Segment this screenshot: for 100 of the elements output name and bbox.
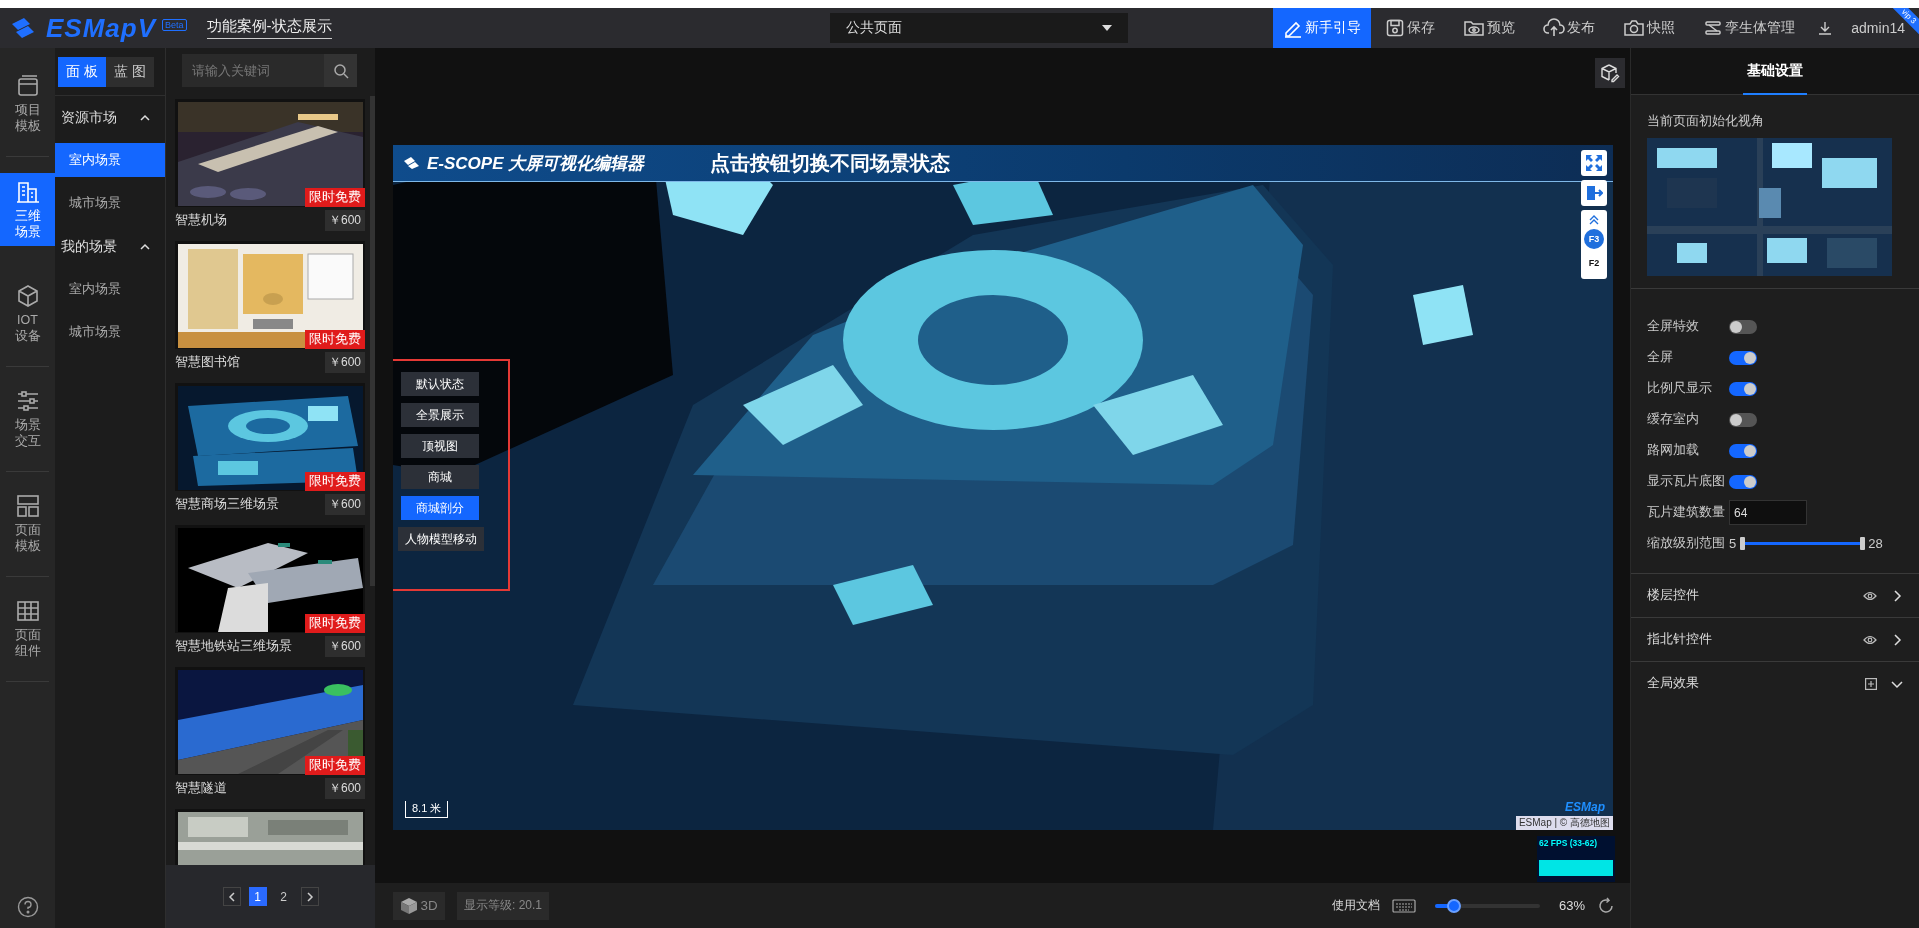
slider-thumb[interactable] — [1860, 537, 1866, 550]
3d-toggle-button[interactable]: 3D — [393, 891, 445, 920]
caret-icon[interactable] — [1102, 25, 1112, 31]
panel-tab[interactable]: 蓝图 — [106, 57, 154, 87]
scene-name[interactable]: 智慧商场三维场景 — [175, 495, 279, 513]
tree-item[interactable]: 室内场景 — [55, 268, 165, 311]
docs-link[interactable]: 使用文档 — [1331, 897, 1380, 914]
range-slider[interactable] — [1740, 537, 1865, 550]
prev-page-button[interactable] — [222, 887, 241, 906]
nav-item[interactable]: IOT设备 — [6, 262, 49, 367]
settings-section[interactable]: 指北针控件 — [1631, 617, 1919, 661]
setting-label: 比例尺显示 — [1647, 380, 1713, 397]
door-exit-icon — [1585, 184, 1603, 202]
range-min: 5 — [1729, 536, 1737, 551]
next-page-button[interactable] — [300, 887, 319, 906]
tree-item[interactable]: 城市场景 — [55, 182, 165, 225]
price-tag: ￥600 — [324, 493, 365, 515]
scene-name[interactable]: 智慧机场 — [175, 211, 227, 229]
page-select[interactable]: 公共页面 — [830, 13, 1128, 43]
scene-button[interactable]: 人物模型移动 — [398, 527, 484, 551]
toggle-switch[interactable] — [1729, 443, 1757, 458]
toggle-switch[interactable] — [1729, 474, 1757, 489]
range-max: 28 — [1868, 536, 1883, 551]
scene-button[interactable]: 商城剖分 — [401, 496, 479, 520]
nav-item[interactable]: 页面模板 — [6, 472, 49, 577]
toggle-switch[interactable] — [1729, 350, 1757, 365]
camera-icon — [1623, 18, 1646, 38]
nav-item[interactable]: 页面组件 — [6, 577, 49, 682]
publish-button[interactable]: 发布 — [1529, 8, 1610, 48]
refresh-icon[interactable] — [1597, 896, 1615, 915]
nav-item[interactable]: 项目模板 — [6, 52, 49, 157]
free-badge: 限时免费 — [305, 756, 365, 775]
setting-label: 路网加载 — [1647, 442, 1700, 459]
guide-button[interactable]: 新手引导 — [1273, 8, 1372, 48]
panel-tab[interactable]: 面板 — [58, 57, 106, 87]
app-logo: ESMapV — [46, 12, 157, 44]
exit-button[interactable] — [1581, 180, 1607, 206]
tree-item[interactable]: 城市场景 — [55, 311, 165, 354]
number-field[interactable]: 64 — [1729, 500, 1807, 525]
setting-label: 全屏 — [1647, 349, 1674, 366]
scene-name[interactable]: 智慧图书馆 — [175, 353, 240, 371]
nav-item[interactable]: 场景交互 — [6, 367, 49, 472]
keyboard-icon[interactable] — [1391, 897, 1416, 914]
search-field[interactable]: 请输入关键词 — [182, 54, 324, 87]
price-tag: ￥600 — [324, 635, 365, 657]
cube-edit-icon — [1600, 63, 1620, 83]
help-icon[interactable] — [16, 896, 39, 918]
snapshot-button[interactable]: 快照 — [1609, 8, 1690, 48]
zoom-level-readout: 显示等级: 20.1 — [457, 891, 550, 920]
save-button[interactable]: 保存 — [1371, 8, 1450, 48]
add-icon[interactable] — [1865, 677, 1877, 690]
page-button[interactable]: 1 — [248, 887, 267, 906]
eye-icon[interactable] — [1863, 590, 1877, 601]
cloud-upload-icon — [1543, 18, 1566, 38]
chevrons-up-icon[interactable] — [1589, 215, 1599, 225]
tree-group[interactable]: 资源市场 — [55, 96, 165, 139]
toggle-switch[interactable] — [1729, 319, 1757, 334]
scene-button[interactable]: 商城 — [401, 465, 479, 489]
header-title: 点击按钮切换不同场景状态 — [710, 150, 951, 176]
settings-section[interactable]: 楼层控件 — [1631, 573, 1919, 617]
free-badge: 限时免费 — [305, 188, 365, 207]
free-badge: 限时免费 — [305, 614, 365, 633]
chevron-right-icon — [1891, 633, 1903, 646]
price-tag: ￥600 — [324, 777, 365, 799]
preview-button[interactable]: 预览 — [1449, 8, 1530, 48]
tree-group[interactable]: 我的场景 — [55, 225, 165, 268]
map-logo: ESMap — [1565, 800, 1605, 814]
settings-section[interactable]: 全局效果 — [1631, 661, 1919, 705]
zoom-percent: 63% — [1558, 898, 1585, 913]
map-scale: 8.1 米 — [405, 801, 449, 818]
toggle-switch[interactable] — [1729, 381, 1757, 396]
edit-scene-button[interactable] — [1595, 58, 1625, 88]
beta-badge: Beta — [162, 18, 187, 31]
price-tag: ￥600 — [324, 209, 365, 231]
chevron-right-icon — [1891, 589, 1903, 602]
fullscreen-button[interactable] — [1581, 150, 1607, 176]
setting-label: 缓存室内 — [1647, 411, 1700, 428]
slider-thumb[interactable] — [1446, 898, 1461, 913]
header-logo: E-SCOPE 大屏可视化编辑器 — [427, 152, 645, 175]
slider-thumb[interactable] — [1740, 537, 1746, 550]
scene-name[interactable]: 智慧隧道 — [175, 779, 227, 797]
download-icon[interactable] — [1817, 20, 1834, 36]
setting-label: 全屏特效 — [1647, 318, 1700, 335]
view-label: 当前页面初始化视角 — [1647, 113, 1765, 130]
toggle-switch[interactable] — [1729, 412, 1757, 427]
twin-button[interactable]: 孪生体管理 — [1689, 8, 1810, 48]
price-tag: ￥600 — [324, 351, 365, 373]
search-icon[interactable] — [332, 62, 349, 79]
page-button[interactable]: 2 — [274, 887, 293, 906]
scene-button[interactable]: 顶视图 — [401, 434, 479, 458]
map-attribution: ESMap | © 高德地图 — [1515, 816, 1613, 830]
project-title[interactable]: 功能案例-状态展示 — [206, 17, 332, 39]
setting-label: 显示瓦片底图 — [1647, 473, 1725, 490]
scene-button[interactable]: 默认状态 — [401, 372, 479, 396]
scene-button[interactable]: 全景展示 — [401, 403, 479, 427]
tree-item[interactable]: 室内场景 — [55, 143, 165, 177]
nav-item[interactable]: 三维场景 — [0, 173, 55, 246]
scene-name[interactable]: 智慧地铁站三维场景 — [175, 637, 292, 655]
eye-icon[interactable] — [1863, 634, 1877, 645]
floor-button[interactable]: F3 — [1584, 229, 1604, 249]
